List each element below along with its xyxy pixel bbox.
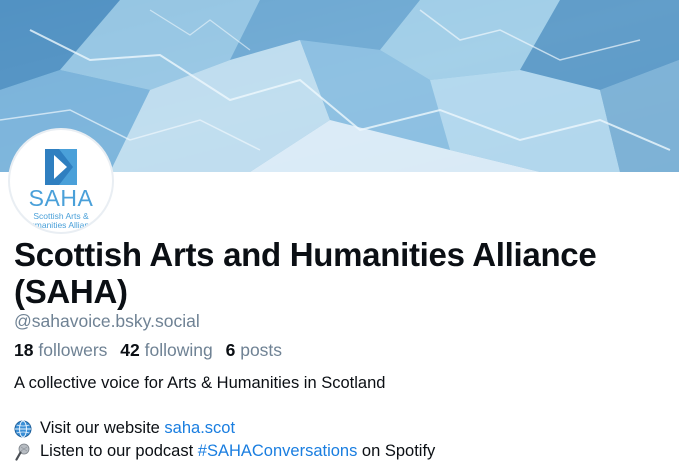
ice-banner-graphic bbox=[0, 0, 679, 172]
profile-stats: 18 followers 42 following 6 posts bbox=[14, 340, 290, 361]
podcast-suffix-text: on Spotify bbox=[357, 442, 436, 460]
following-link[interactable]: 42 following bbox=[120, 340, 225, 360]
posts-label: posts bbox=[240, 340, 283, 360]
avatar[interactable]: SAHA Scottish Arts & Humanities Alliance bbox=[8, 128, 114, 234]
globe-icon bbox=[14, 420, 32, 437]
profile-display-name: Scottish Arts and Humanities Alliance (S… bbox=[14, 236, 597, 310]
profile-bio: A collective voice for Arts & Humanities… bbox=[14, 374, 386, 392]
following-label: following bbox=[144, 340, 213, 360]
website-prefix-text: Visit our website bbox=[40, 419, 165, 437]
followers-label: followers bbox=[38, 340, 108, 360]
saha-logo-mark-icon bbox=[45, 149, 77, 185]
logo-wordmark: SAHA bbox=[28, 185, 94, 211]
following-count: 42 bbox=[120, 340, 140, 360]
followers-link[interactable]: 18 followers bbox=[14, 340, 120, 360]
profile-handle: @sahavoice.bsky.social bbox=[14, 311, 200, 331]
podcast-hashtag-link[interactable]: #SAHAConversations bbox=[198, 442, 358, 461]
bio-website-line: Visit our website saha.scot bbox=[14, 419, 235, 438]
podcast-prefix-text: Listen to our podcast bbox=[40, 442, 198, 460]
saha-logo: SAHA Scottish Arts & Humanities Alliance bbox=[11, 131, 111, 231]
posts-count: 6 bbox=[225, 340, 236, 360]
followers-count: 18 bbox=[14, 340, 34, 360]
microphone-icon bbox=[15, 443, 30, 461]
website-link[interactable]: saha.scot bbox=[164, 419, 235, 438]
logo-subtitle-line-2: Humanities Alliance bbox=[23, 220, 99, 230]
posts-stat: 6 posts bbox=[226, 340, 290, 360]
profile-banner-image[interactable] bbox=[0, 0, 679, 172]
bio-podcast-line: Listen to our podcast #SAHAConversations… bbox=[14, 442, 435, 461]
